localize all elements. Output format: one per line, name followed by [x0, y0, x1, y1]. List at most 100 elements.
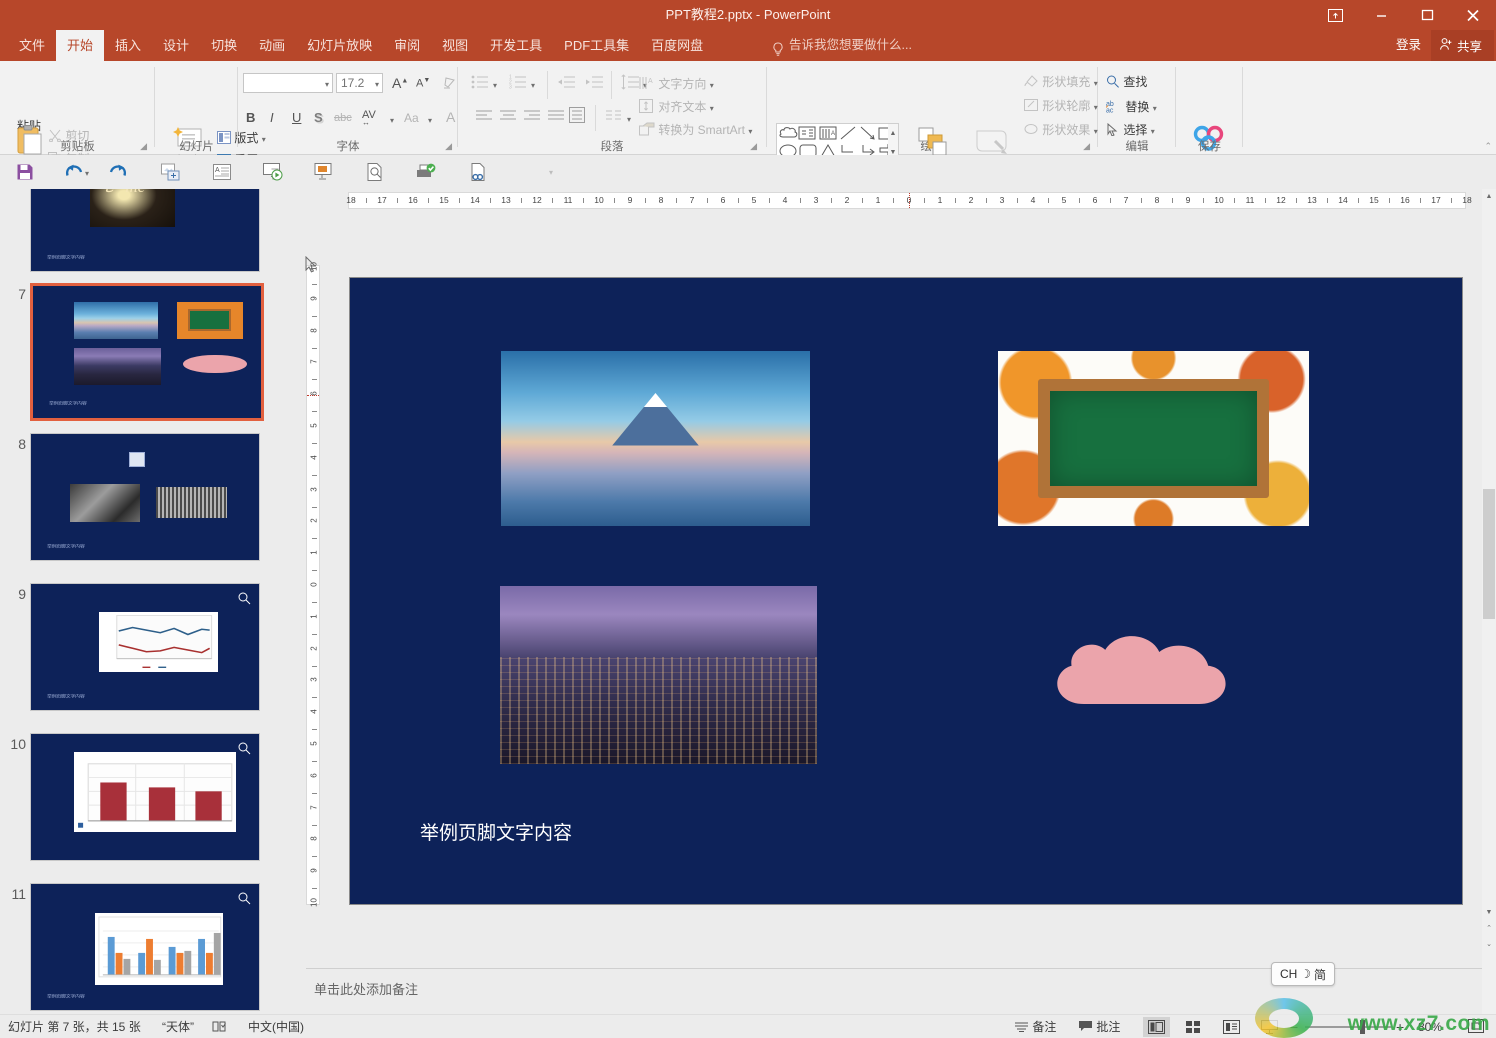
horizontal-ruler[interactable]: 18 17 16 15 14 13 12 11 10 9 8 7 6 5 4 3 2 1 0 1 2 3 4 5 6 7 8 9 10 1… — [346, 192, 1472, 209]
strikethrough-button[interactable]: abc — [334, 112, 352, 124]
spell-check-icon[interactable] — [212, 1015, 228, 1038]
shape-cloud[interactable] — [1035, 628, 1299, 718]
zoom-magnifier-icon[interactable] — [238, 592, 251, 608]
replace-button[interactable]: ab ac 替换 ▾ — [1105, 98, 1157, 115]
ribbon-tab-2[interactable]: 插入 — [104, 30, 152, 61]
columns-caret[interactable]: ▾ — [627, 115, 631, 124]
ribbon-tab-9[interactable]: 开发工具 — [479, 30, 553, 61]
find-button[interactable]: 查找 — [1106, 73, 1147, 90]
normal-view-button[interactable] — [1143, 1017, 1170, 1037]
picture-autumn-chalkboard[interactable] — [998, 351, 1309, 526]
align-right-icon[interactable] — [523, 109, 541, 128]
thumbnail-slide-9[interactable]: 举例页脚文字内容 — [30, 583, 260, 711]
thumbnail-slide-6[interactable]: 𝜀=mc2 举例页脚文字内容 — [30, 189, 260, 272]
align-center-icon[interactable] — [499, 109, 517, 128]
redo-icon[interactable] — [104, 159, 130, 185]
ribbon-tab-10[interactable]: PDF工具集 — [553, 30, 640, 61]
shrink-font-button[interactable]: A▼ — [416, 77, 430, 90]
sign-in-button[interactable]: 登录 — [1386, 30, 1431, 61]
align-text-button[interactable]: 对齐文本 ▾ — [639, 98, 714, 115]
change-case-caret[interactable]: ▾ — [428, 116, 432, 125]
shape-effects-button[interactable]: 形状效果 ▾ — [1024, 121, 1098, 138]
drawing-dialog-launcher[interactable]: ◢ — [1083, 141, 1090, 152]
shape-fill-button[interactable]: 形状填充 ▾ — [1024, 73, 1098, 90]
italic-button[interactable]: I — [270, 110, 274, 125]
thumbnail-slide-11[interactable]: 举例页脚文字内容 — [30, 883, 260, 1011]
thumbnail-slide-8[interactable]: 举例页脚文字内容 — [30, 433, 260, 561]
ribbon-tab-11[interactable]: 百度网盘 — [640, 30, 714, 61]
comments-toggle-button[interactable]: 批注 — [1078, 1015, 1120, 1038]
ribbon-tab-4[interactable]: 切换 — [200, 30, 248, 61]
slide-canvas[interactable]: 举例页脚文字内容 — [349, 277, 1463, 905]
ribbon-tab-6[interactable]: 幻灯片放映 — [296, 30, 383, 61]
thumbnail-slide-10[interactable] — [30, 733, 260, 861]
share-button[interactable]: 共享 — [1430, 30, 1494, 61]
next-slide-icon[interactable]: ⌄ — [1482, 937, 1496, 952]
convert-to-smartart-button[interactable]: 转换为 SmartArt ▾ — [639, 121, 752, 138]
text-shadow-button[interactable]: S — [314, 110, 323, 125]
select-button[interactable]: 选择 ▾ — [1106, 121, 1155, 138]
slide-scrollbar-thumb[interactable] — [1483, 489, 1495, 619]
align-left-icon[interactable] — [475, 109, 493, 128]
minimize-icon[interactable] — [1358, 0, 1404, 30]
change-case-button[interactable]: Aa — [404, 111, 419, 125]
text-direction[interactable]: A 文字方向 ▾ — [639, 75, 714, 92]
ribbon-tab-5[interactable]: 动画 — [248, 30, 296, 61]
bullets-icon[interactable] — [471, 74, 489, 95]
scroll-up-icon[interactable]: ▲ — [1482, 189, 1496, 204]
maximize-icon[interactable] — [1404, 0, 1450, 30]
font-name-combobox[interactable]: ▾ — [243, 73, 333, 93]
reading-view-button[interactable] — [1218, 1017, 1245, 1037]
ime-status-indicator[interactable]: CH ☽ 简 — [1271, 962, 1335, 986]
save-icon[interactable] — [12, 159, 38, 185]
font-size-caret[interactable]: ▾ — [375, 80, 379, 89]
align-text-caret[interactable]: ▾ — [710, 104, 714, 113]
ribbon-tab-3[interactable]: 设计 — [152, 30, 200, 61]
ribbon-tab-0[interactable]: 文件 — [8, 30, 56, 61]
smartart-caret[interactable]: ▾ — [748, 127, 752, 136]
underline-button[interactable]: U — [292, 110, 301, 125]
font-color-button[interactable]: A — [446, 109, 455, 125]
scroll-down-icon[interactable]: ▼ — [1482, 905, 1496, 920]
ribbon-tab-1[interactable]: 开始 — [56, 30, 105, 61]
tell-me-search[interactable]: 告诉我您想要做什么... — [772, 30, 912, 61]
notes-toggle-button[interactable]: 备注 — [1014, 1015, 1056, 1038]
quick-print-icon[interactable] — [413, 159, 439, 185]
previous-slide-icon[interactable]: ⌃ — [1482, 921, 1496, 936]
slide-thumbnail-pane[interactable]: 𝜀=mc2 举例页脚文字内容 7 举例页脚文字内容 8 — [0, 189, 282, 1014]
clear-formatting-icon[interactable] — [442, 76, 457, 96]
font-size-combobox[interactable]: 17.2 ▾ — [336, 73, 383, 93]
ribbon-display-options-icon[interactable] — [1312, 0, 1358, 30]
slide-position-label[interactable]: 幻灯片 第 7 张，共 15 张 — [8, 1015, 141, 1038]
language-label[interactable]: 中文(中国) — [248, 1015, 304, 1038]
close-icon[interactable] — [1450, 0, 1496, 30]
slide-area-scrollbar[interactable]: ▲ ▼ ⌃ ⌄ — [1482, 189, 1496, 1014]
clipboard-dialog-launcher[interactable]: ◢ — [140, 141, 147, 152]
slide-footer-text[interactable]: 举例页脚文字内容 — [420, 818, 572, 845]
ribbon-tab-8[interactable]: 视图 — [431, 30, 479, 61]
insert-hyperlink-icon[interactable] — [465, 159, 491, 185]
vertical-ruler[interactable]: 10 9 8 7 6 5 4 3 2 1 0 1 2 3 4 5 6 7 8 9 10 — [306, 262, 320, 907]
grow-font-button[interactable]: A▲ — [392, 75, 408, 91]
decrease-indent-icon[interactable] — [557, 75, 575, 94]
outline-view-icon[interactable]: A — [209, 159, 235, 185]
justify-icon[interactable] — [547, 109, 565, 128]
shape-outline-button[interactable]: 形状轮廓 ▾ — [1024, 97, 1098, 114]
bold-button[interactable]: B — [246, 110, 255, 125]
start-slideshow-icon[interactable] — [260, 159, 286, 185]
font-dialog-launcher[interactable]: ◢ — [445, 141, 452, 152]
picture-mount-fuji-lake[interactable] — [501, 351, 810, 526]
numbering-icon[interactable]: 123 — [509, 74, 527, 95]
thumbnail-slide-7[interactable]: 举例页脚文字内容 — [30, 283, 264, 421]
zoom-magnifier-icon[interactable] — [238, 742, 251, 758]
paragraph-dialog-launcher[interactable]: ◢ — [750, 141, 757, 152]
undo-caret[interactable]: ▾ — [85, 169, 89, 178]
ribbon-tab-7[interactable]: 审阅 — [383, 30, 431, 61]
shapes-scroll-up-icon[interactable]: ▲ — [888, 124, 898, 143]
increase-indent-icon[interactable] — [585, 75, 603, 94]
char-spacing-caret[interactable]: ▾ — [390, 116, 394, 125]
distribute-text-icon[interactable] — [569, 107, 587, 128]
columns-icon[interactable] — [605, 109, 623, 128]
zoom-magnifier-icon[interactable] — [238, 892, 251, 908]
character-spacing-button[interactable]: AV ↔ — [362, 109, 376, 127]
